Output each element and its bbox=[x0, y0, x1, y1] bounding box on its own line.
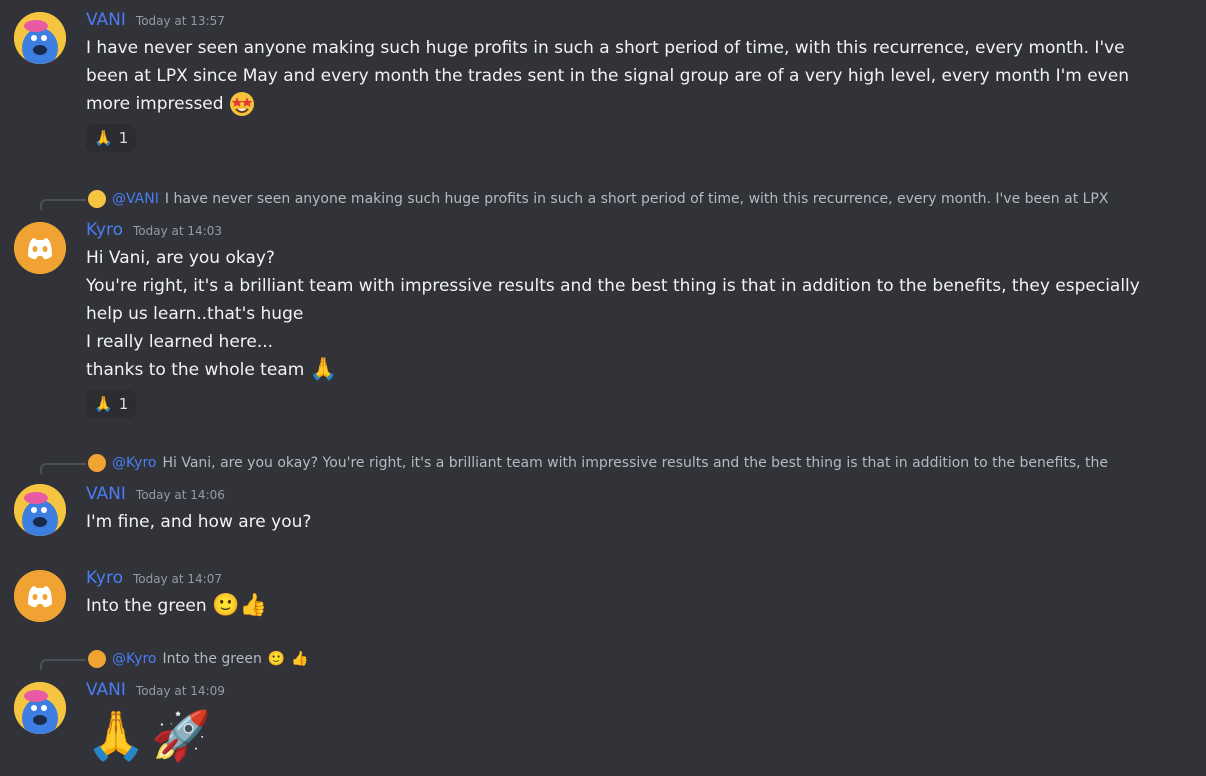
reply-mention[interactable]: @Kyro bbox=[112, 455, 156, 471]
vani-avatar-icon bbox=[14, 484, 66, 536]
discord-logo-icon bbox=[14, 222, 66, 274]
username[interactable]: VANI bbox=[86, 680, 126, 700]
message-text: Hi Vani, are you okay? You're right, it'… bbox=[86, 244, 1186, 384]
timestamp: Today at 14:06 bbox=[135, 488, 225, 502]
reply-spine bbox=[40, 463, 86, 474]
avatar-vani[interactable] bbox=[14, 484, 66, 536]
reaction-count: 1 bbox=[118, 129, 129, 147]
reaction-pray[interactable]: 🙏 1 bbox=[86, 390, 137, 418]
thumbs-up-icon: 👍 bbox=[239, 593, 267, 618]
vani-avatar-icon bbox=[14, 12, 66, 64]
timestamp: Today at 14:07 bbox=[133, 572, 222, 586]
slight-smile-icon: 🙂 bbox=[267, 651, 286, 667]
message-line: You're right, it's a brilliant team with… bbox=[86, 276, 1140, 296]
message-line: I have never seen anyone making such hug… bbox=[86, 38, 1125, 58]
reply-spine bbox=[40, 199, 86, 210]
username[interactable]: VANI bbox=[86, 484, 126, 504]
timestamp: Today at 14:09 bbox=[135, 684, 225, 698]
username[interactable]: Kyro bbox=[86, 568, 123, 588]
reply-spine bbox=[40, 659, 86, 670]
message-vani-1406: VANI Today at 14:06 I'm fine, and how ar… bbox=[0, 484, 1206, 544]
avatar-kyro[interactable] bbox=[14, 570, 66, 622]
avatar-vani[interactable] bbox=[14, 12, 66, 64]
reaction-pray[interactable]: 🙏 1 bbox=[86, 124, 137, 152]
username[interactable]: VANI bbox=[86, 10, 126, 30]
reaction-count: 1 bbox=[118, 395, 129, 413]
reply-preview[interactable]: @Kyro Into the green 🙂 👍 bbox=[40, 648, 1186, 670]
reply-preview[interactable]: @Kyro Hi Vani, are you okay? You're righ… bbox=[40, 452, 1186, 474]
message-text: Into the green 🙂👍 bbox=[86, 592, 1186, 620]
message-line: I'm fine, and how are you? bbox=[86, 512, 312, 532]
timestamp: Today at 13:57 bbox=[135, 14, 225, 28]
pray-icon: 🙏 bbox=[94, 395, 113, 413]
mini-avatar-icon bbox=[88, 454, 106, 472]
slight-smile-icon: 🙂 bbox=[212, 593, 240, 618]
pray-icon: 🙏 bbox=[309, 357, 338, 382]
message-line-last: thanks to the whole team 🙏 bbox=[86, 357, 338, 382]
pray-icon: 🙏 bbox=[94, 129, 113, 147]
message-kyro-1403: Kyro Today at 14:03 Hi Vani, are you oka… bbox=[0, 220, 1206, 430]
discord-logo-icon bbox=[14, 570, 66, 622]
reply-mention[interactable]: @VANI bbox=[112, 191, 159, 207]
reply-text: Hi Vani, are you okay? You're right, it'… bbox=[162, 455, 1109, 471]
mini-avatar-icon bbox=[88, 650, 106, 668]
avatar-kyro[interactable] bbox=[14, 222, 66, 274]
message-text: 🙏 🚀 bbox=[86, 708, 1186, 764]
avatar-vani[interactable] bbox=[14, 682, 66, 734]
mini-avatar-icon bbox=[88, 190, 106, 208]
reply-text: I have never seen anyone making such hug… bbox=[164, 191, 1109, 207]
username[interactable]: Kyro bbox=[86, 220, 123, 240]
message-text: I have never seen anyone making such hug… bbox=[86, 34, 1186, 118]
reply-text: Into the green bbox=[162, 651, 262, 667]
thumbs-up-icon: 👍 bbox=[291, 651, 309, 667]
message-vani-1409: VANI Today at 14:09 🙏 🚀 bbox=[0, 680, 1206, 770]
message-text: I'm fine, and how are you? bbox=[86, 508, 1186, 536]
star-struck-emoji-icon bbox=[229, 92, 254, 116]
message-vani-1357: VANI Today at 13:57 I have never seen an… bbox=[0, 10, 1206, 160]
message-line: been at LPX since May and every month th… bbox=[86, 66, 1129, 86]
message-line: Hi Vani, are you okay? bbox=[86, 248, 275, 268]
message-line-last: more impressed bbox=[86, 90, 1186, 118]
reply-mention[interactable]: @Kyro bbox=[112, 651, 156, 667]
timestamp: Today at 14:03 bbox=[133, 224, 222, 238]
vani-avatar-icon bbox=[14, 682, 66, 734]
reply-preview[interactable]: @VANI I have never seen anyone making su… bbox=[40, 188, 1186, 210]
pray-icon: 🙏 bbox=[86, 708, 146, 764]
message-line: Into the green 🙂👍 bbox=[86, 593, 267, 618]
message-line: I really learned here... bbox=[86, 332, 274, 352]
message-line: help us learn..that's huge bbox=[86, 304, 304, 324]
message-kyro-1407: Kyro Today at 14:07 Into the green 🙂👍 bbox=[0, 568, 1206, 628]
rocket-icon: 🚀 bbox=[151, 708, 211, 764]
